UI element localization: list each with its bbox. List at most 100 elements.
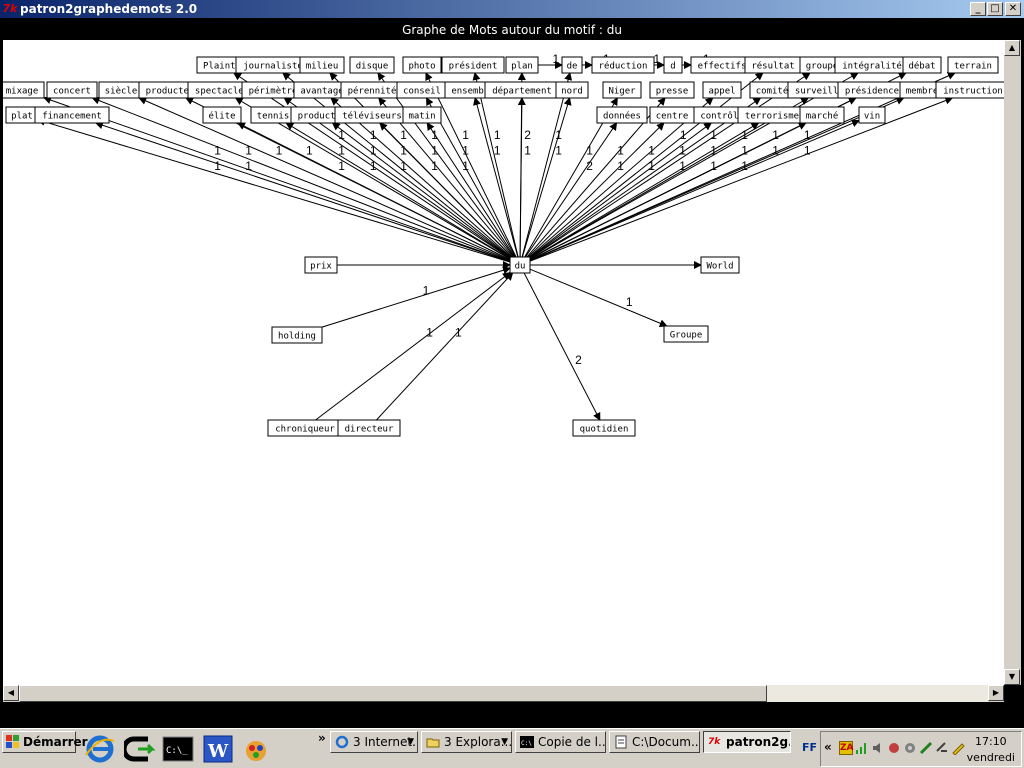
- graph-node-photo[interactable]: photo: [402, 56, 442, 74]
- node-label: mixage: [6, 87, 39, 97]
- command-prompt-icon[interactable]: C:\_: [162, 733, 194, 765]
- graph-canvas[interactable]: 1111111111111111111111121112111111111111…: [3, 40, 1004, 685]
- graph-node-tennis[interactable]: tennis: [250, 106, 296, 124]
- graph-node-centre[interactable]: centre: [649, 106, 695, 124]
- clock-time: 17:10: [974, 735, 1007, 748]
- antivirus-icon[interactable]: [919, 741, 933, 755]
- graph-node-chroniqueur[interactable]: chroniqueur: [267, 419, 343, 437]
- graph-node-instruction[interactable]: instruction: [935, 81, 1004, 99]
- title-bar[interactable]: 7k patron2graphedemots 2.0 _ □ ✕: [0, 0, 1024, 18]
- graph-node-journaliste[interactable]: journaliste: [235, 56, 311, 74]
- graph-node-du[interactable]: du: [509, 256, 531, 274]
- svg-text:C:\_: C:\_: [166, 746, 188, 756]
- graph-node-financement[interactable]: financement: [34, 106, 110, 124]
- graph-node-elite[interactable]: élite: [202, 106, 242, 124]
- graph-node-presidence[interactable]: présidence: [837, 81, 907, 99]
- minimize-button[interactable]: _: [970, 2, 986, 16]
- language-indicator[interactable]: FF: [802, 741, 817, 754]
- graph-node-d[interactable]: d: [663, 56, 683, 74]
- graph-node-plat[interactable]: plat: [5, 106, 39, 124]
- graph-node-comite[interactable]: comité: [749, 81, 795, 99]
- task-internet[interactable]: 3 Internet... ▼: [330, 731, 418, 753]
- edge-weight-label: 1: [710, 128, 717, 142]
- window-title: patron2graphedemots 2.0: [20, 2, 198, 16]
- graph-node-niger[interactable]: Niger: [602, 81, 642, 99]
- graph-node-donnees[interactable]: données: [596, 106, 648, 124]
- task-documents[interactable]: C:\Docum...: [609, 731, 700, 753]
- graph-node-appel[interactable]: appel: [702, 81, 742, 99]
- edge-weight-label: 1: [772, 128, 779, 142]
- quick-launch-chevron[interactable]: »: [318, 731, 326, 745]
- graph-node-plan[interactable]: plan: [505, 56, 539, 74]
- node-label: prix: [310, 262, 332, 272]
- graph-node-vin[interactable]: vin: [858, 106, 886, 124]
- graph-node-de[interactable]: de: [561, 56, 583, 74]
- graph-node-conseil[interactable]: conseil: [396, 81, 448, 99]
- edge-weight-label: 2: [575, 353, 582, 367]
- graph-node-reduction[interactable]: réduction: [591, 56, 655, 74]
- node-label: président: [449, 61, 498, 72]
- zonealarm-icon[interactable]: ZA: [839, 741, 854, 755]
- connection-icon[interactable]: [124, 733, 156, 765]
- graph-node-terrain[interactable]: terrain: [947, 56, 999, 74]
- task-patron2g[interactable]: 7k patron2g...: [703, 731, 791, 753]
- signal-bars-icon[interactable]: [855, 741, 869, 755]
- graph-node-resultat[interactable]: résultat: [744, 56, 802, 74]
- graph-node-world[interactable]: World: [700, 256, 740, 274]
- tk-app-icon[interactable]: 7k: [2, 1, 18, 17]
- notepad-icon: [615, 735, 627, 749]
- maximize-button[interactable]: □: [987, 2, 1003, 16]
- node-label: débat: [908, 61, 935, 72]
- graph-node-concert[interactable]: concert: [46, 81, 98, 99]
- close-button[interactable]: ✕: [1005, 2, 1021, 16]
- graph-node-mixage[interactable]: mixage: [3, 81, 45, 99]
- task-copie[interactable]: C:\ Copie de l...: [515, 731, 606, 753]
- graph-node-siecle[interactable]: siècle: [98, 81, 144, 99]
- graph-node-milieu[interactable]: milieu: [299, 56, 345, 74]
- usb-device-icon[interactable]: [935, 741, 949, 755]
- graph-node-effectifs[interactable]: effectifs: [690, 56, 754, 74]
- paint-icon[interactable]: [240, 733, 272, 765]
- graph-node-groupe[interactable]: Groupe: [663, 325, 709, 343]
- graph-node-matin[interactable]: matin: [402, 106, 442, 124]
- node-label: instruction: [943, 87, 1003, 97]
- graph-node-disque[interactable]: disque: [349, 56, 395, 74]
- network-icon[interactable]: [887, 741, 901, 755]
- graph-node-marche[interactable]: marché: [799, 106, 845, 124]
- security-icon[interactable]: [903, 741, 917, 755]
- horizontal-scrollbar[interactable]: ◀ ▶: [3, 685, 1004, 702]
- graph-node-directeur[interactable]: directeur: [337, 419, 401, 437]
- volume-icon[interactable]: [871, 741, 885, 755]
- word-icon[interactable]: W: [202, 733, 234, 765]
- graph-node-televiseurs[interactable]: téléviseurs: [334, 106, 410, 124]
- graph-node-departement[interactable]: département: [484, 81, 560, 99]
- tray-expand-chevron[interactable]: «: [824, 740, 832, 754]
- task-label: patron2g...: [726, 735, 790, 749]
- horizontal-scroll-track[interactable]: [767, 685, 988, 702]
- pen-icon[interactable]: [951, 741, 965, 755]
- vertical-scrollbar[interactable]: ▲ ▼: [1004, 40, 1021, 685]
- edge-weight-label: 1: [555, 128, 562, 142]
- graph-node-president[interactable]: président: [441, 56, 505, 74]
- graph-node-perennite[interactable]: pérennité: [340, 81, 404, 99]
- edge-weight-label: 2: [524, 128, 531, 142]
- task-explorer[interactable]: 3 Explora... ▼: [421, 731, 512, 753]
- edge-weight-label: 1: [494, 128, 501, 142]
- internet-explorer-icon[interactable]: [84, 733, 116, 765]
- graph-node-integralite[interactable]: intégralité: [834, 56, 910, 74]
- graph-node-prix[interactable]: prix: [304, 256, 338, 274]
- scroll-left-button[interactable]: ◀: [3, 685, 19, 701]
- graph-node-terrorisme[interactable]: terrorisme: [737, 106, 807, 124]
- graph-node-holding[interactable]: holding: [271, 326, 323, 344]
- graph-node-debat[interactable]: débat: [902, 56, 942, 74]
- node-label: centre: [656, 112, 689, 122]
- graph-node-nord[interactable]: nord: [555, 81, 589, 99]
- horizontal-scroll-thumb[interactable]: [19, 685, 767, 702]
- scroll-up-button[interactable]: ▲: [1004, 40, 1020, 56]
- start-button[interactable]: Démarrer: [2, 731, 88, 753]
- graph-node-presse[interactable]: presse: [649, 81, 695, 99]
- scroll-right-button[interactable]: ▶: [988, 685, 1004, 701]
- graph-node-quotidien[interactable]: quotidien: [572, 419, 636, 437]
- scroll-down-button[interactable]: ▼: [1004, 669, 1020, 685]
- clock[interactable]: 17:10 vendredi: [967, 734, 1015, 766]
